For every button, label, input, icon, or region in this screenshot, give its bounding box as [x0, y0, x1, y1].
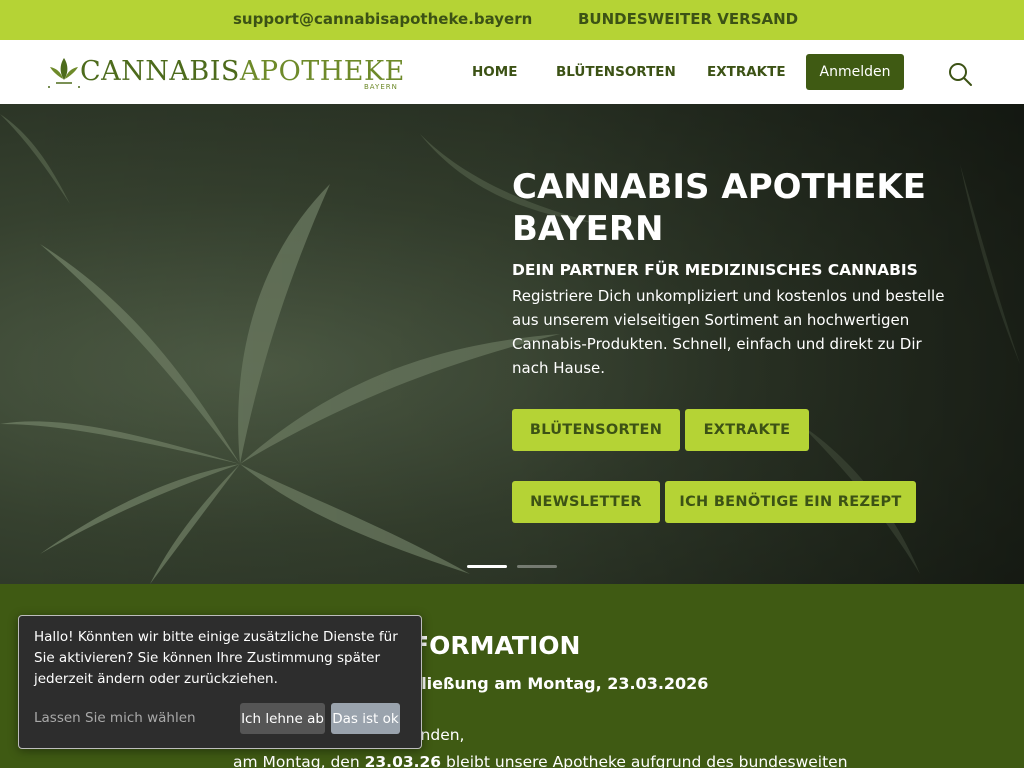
info-line-end: bleibt unsere Apotheke aufgrund des bund…	[441, 753, 848, 768]
hero-bluetensorten-button[interactable]: BLÜTENSORTEN	[512, 409, 680, 451]
logo-word-cannabis: CANNABIS	[80, 56, 240, 87]
nav-home[interactable]: HOME	[472, 64, 517, 80]
top-bar: support@cannabisapotheke.bayern BUNDESWE…	[0, 0, 1024, 40]
info-line-start: am Montag, den	[233, 753, 365, 768]
cannabis-leaf-logo-icon	[48, 58, 80, 88]
slider-dot-1-active[interactable]	[467, 565, 507, 568]
hero-newsletter-button[interactable]: NEWSLETTER	[512, 481, 660, 523]
hero-extrakte-button[interactable]: EXTRAKTE	[685, 409, 809, 451]
hero-title: CANNABIS APOTHEKE BAYERN	[512, 167, 926, 249]
nav-extrakte[interactable]: EXTRAKTE	[707, 64, 786, 80]
support-email-link[interactable]: support@cannabisapotheke.bayern	[233, 10, 532, 28]
hero-subtitle: DEIN PARTNER FÜR MEDIZINISCHES CANNABIS	[512, 261, 918, 279]
hero-description: Registriere Dich unkompliziert und koste…	[512, 287, 945, 377]
info-line-date: 23.03.26	[364, 753, 442, 768]
search-icon	[949, 63, 972, 86]
cookie-decline-button[interactable]: Ich lehne ab	[240, 703, 325, 734]
hero-rezept-button[interactable]: ICH BENÖTIGE EIN REZEPT	[665, 481, 916, 523]
logo-wordmark: CANNABISAPOTHEKE	[80, 56, 405, 87]
cookie-choose-link[interactable]: Lassen Sie mich wählen	[34, 710, 196, 726]
cookie-message: Hallo! Könnten wir bitte einige zusätzli…	[34, 629, 398, 687]
cookie-accept-button[interactable]: Das ist ok	[331, 703, 400, 734]
info-text-line: am Montag, den 23.03.26 bleibt unsere Ap…	[233, 753, 848, 768]
site-header: CANNABISAPOTHEKE BAYERN HOME BLÜTENSORTE…	[0, 40, 1024, 104]
logo-sub-bayern: BAYERN	[364, 83, 398, 91]
nav-bluetensorten[interactable]: BLÜTENSORTEN	[556, 64, 676, 80]
shipping-notice: BUNDESWEITER VERSAND	[578, 10, 799, 28]
cookie-consent-dialog: Hallo! Könnten wir bitte einige zusätzli…	[18, 615, 422, 749]
slider-dot-2[interactable]	[517, 565, 557, 568]
login-button[interactable]: Anmelden	[806, 54, 904, 90]
site-logo[interactable]: CANNABISAPOTHEKE BAYERN	[46, 54, 406, 94]
hero-slider: CANNABIS APOTHEKE BAYERN DEIN PARTNER FÜ…	[0, 104, 1024, 584]
search-button[interactable]	[946, 60, 974, 88]
